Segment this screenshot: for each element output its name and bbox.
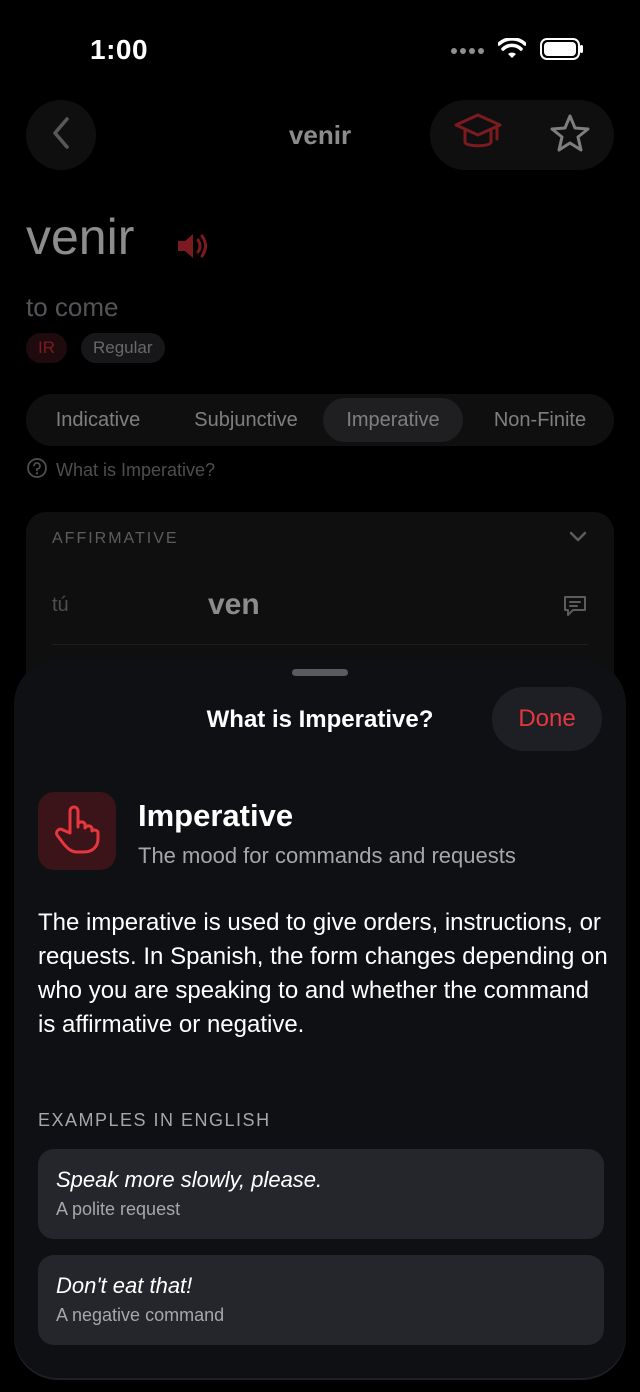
example-note: A polite request [56, 1199, 181, 1219]
speaker-icon[interactable] [176, 232, 210, 265]
sheet-grabber[interactable] [292, 669, 348, 676]
pointing-hand-icon [53, 803, 101, 860]
verb-tags: IR Regular [26, 333, 165, 363]
card-header: AFFIRMATIVE [52, 530, 179, 547]
tab-subjunctive[interactable]: Subjunctive [176, 398, 316, 442]
tag-ir: IR [26, 333, 67, 363]
imperative-info-sheet: What is Imperative? Done Imperative The … [14, 660, 626, 1380]
mood-icon-tile [38, 792, 116, 870]
screen: 1:00 venir venir to come IR Regular Indi… [0, 0, 640, 1392]
row-pronoun: tú [52, 594, 69, 616]
what-is-imperative-link[interactable]: What is Imperative? [26, 457, 215, 484]
tag-regular: Regular [81, 333, 165, 363]
example-note: A negative command [56, 1305, 225, 1325]
example-card: Don't eat that! A negative command [38, 1255, 604, 1345]
help-link-label: What is Imperative? [56, 460, 216, 480]
tab-imperative[interactable]: Imperative [323, 398, 463, 442]
question-circle-icon [26, 457, 48, 484]
mood-segmented-control: Indicative Subjunctive Imperative Non-Fi… [26, 394, 614, 446]
graduation-cap-icon[interactable] [453, 111, 503, 160]
chevron-down-icon[interactable] [568, 530, 588, 549]
verb-infinitive: venir [26, 209, 135, 265]
row-divider [52, 644, 588, 645]
speech-bubble-icon[interactable] [562, 594, 588, 623]
done-button[interactable]: Done [492, 687, 602, 751]
mood-name: Imperative [138, 798, 294, 833]
row-form: ven [208, 588, 260, 621]
mood-explanation: The imperative is used to give orders, i… [38, 909, 608, 1038]
mood-subtitle: The mood for commands and requests [138, 843, 516, 868]
example-card: Speak more slowly, please. A polite requ… [38, 1149, 604, 1239]
example-sentence: Don't eat that! [56, 1273, 193, 1298]
nav-actions [430, 100, 614, 170]
verb-meaning: to come [26, 292, 119, 322]
star-icon[interactable] [549, 113, 591, 158]
example-sentence: Speak more slowly, please. [56, 1167, 323, 1192]
tab-non-finite[interactable]: Non-Finite [473, 398, 607, 442]
examples-header: EXAMPLES IN ENGLISH [38, 1110, 271, 1130]
tab-indicative[interactable]: Indicative [34, 398, 162, 442]
